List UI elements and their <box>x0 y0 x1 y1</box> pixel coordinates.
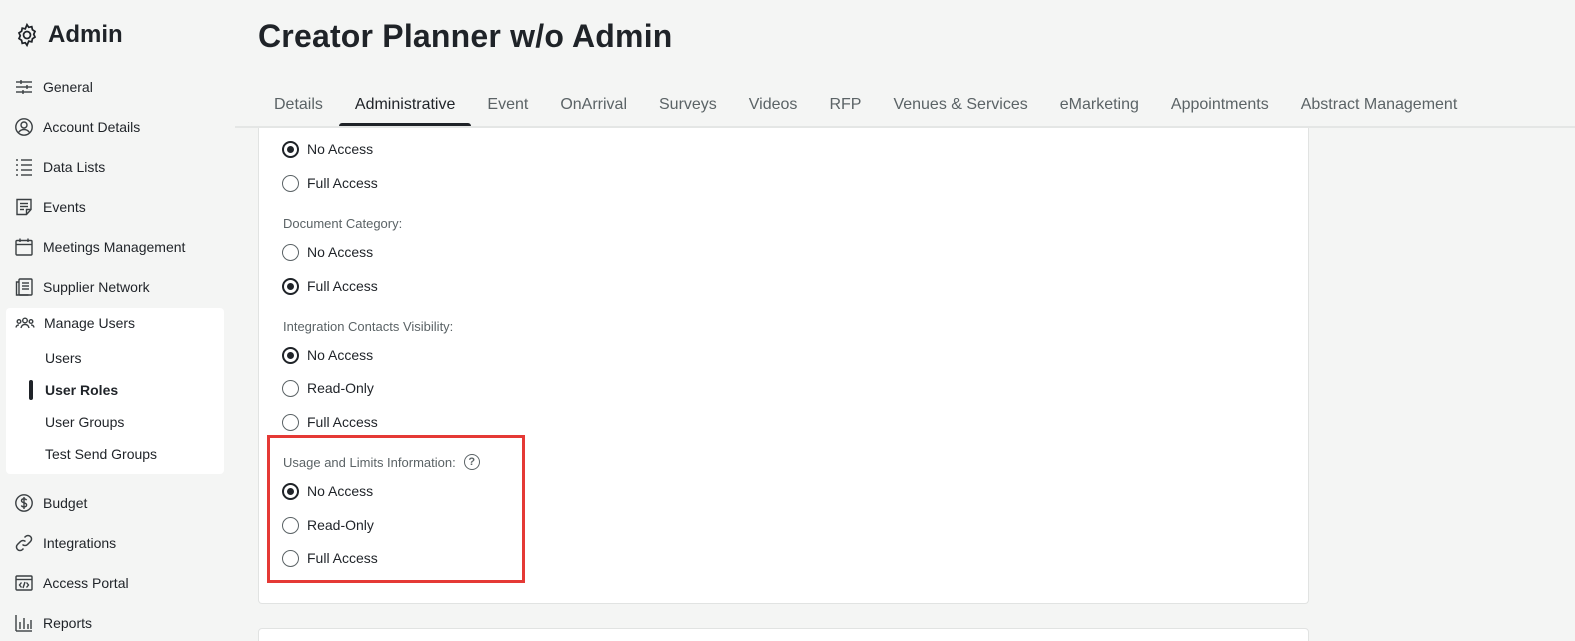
sidebar-subitem-user-groups[interactable]: User Groups <box>45 411 124 433</box>
usage-limits-read-only-radio[interactable]: Read-Only <box>282 514 374 536</box>
sidebar-item-label: Account Details <box>43 119 141 135</box>
list-icon <box>16 159 32 176</box>
radio-label: Read-Only <box>307 380 374 396</box>
tab-rfp[interactable]: RFP <box>813 84 877 126</box>
sidebar-title: Admin <box>48 21 123 48</box>
document-category-full-access-radio[interactable]: Full Access <box>282 275 378 297</box>
active-indicator <box>29 380 33 400</box>
sidebar-item-general[interactable]: General <box>14 75 93 99</box>
radio-checked[interactable] <box>282 277 299 295</box>
sidebar-item-label: Supplier Network <box>43 279 150 295</box>
tab-administrative[interactable]: Administrative <box>338 84 472 127</box>
tab-onarrival[interactable]: OnArrival <box>544 84 643 126</box>
sidebar-item-integrations[interactable]: Integrations <box>14 531 116 555</box>
radio-label: No Access <box>307 244 374 260</box>
document-category-label: Document Category: <box>283 214 402 232</box>
link-icon <box>15 534 33 552</box>
sidebar-item-label: General <box>43 79 93 95</box>
document-category-no-access-radio[interactable]: No Access <box>282 241 373 263</box>
radio-checked[interactable] <box>282 140 299 158</box>
integration-contacts-read-only-radio[interactable]: Read-Only <box>282 377 374 399</box>
integration-contacts-full-access-radio[interactable]: Full Access <box>282 411 378 433</box>
user-circle-icon <box>15 118 33 136</box>
tab-event[interactable]: Event <box>471 84 544 126</box>
radio-label: Read-Only <box>307 517 374 533</box>
page-title: Creator Planner w/o Admin <box>258 18 673 54</box>
sidebar-subitem-user-roles[interactable]: User Roles <box>45 379 118 401</box>
radio-label: Full Access <box>307 278 378 294</box>
usage-limits-label: Usage and Limits Information: ? <box>283 453 480 471</box>
tab-bar: Details Administrative Event OnArrival S… <box>258 84 1474 127</box>
sidebar-item-label: Integrations <box>43 535 117 551</box>
event-note-icon <box>16 198 32 216</box>
radio-unchecked[interactable] <box>282 413 299 431</box>
supplier-doc-icon <box>15 278 33 296</box>
usage-limits-no-access-radio[interactable]: No Access <box>282 480 373 502</box>
tab-abstract-management[interactable]: Abstract Management <box>1285 84 1474 126</box>
radio-checked[interactable] <box>282 482 299 500</box>
tab-videos[interactable]: Videos <box>733 84 814 126</box>
sidebar-item-data-lists[interactable]: Data Lists <box>14 155 105 179</box>
sidebar-subitem-test-send-groups[interactable]: Test Send Groups <box>45 443 157 465</box>
users-group-icon <box>15 317 35 329</box>
help-icon[interactable]: ? <box>463 454 480 470</box>
sidebar: Admin General Account Details Data Lists <box>0 0 232 641</box>
dollar-circle-icon <box>15 494 33 512</box>
tab-appointments[interactable]: Appointments <box>1155 84 1285 126</box>
tab-venues-services[interactable]: Venues & Services <box>877 84 1043 126</box>
permissions-card <box>258 128 1309 604</box>
radio-label: No Access <box>307 483 374 499</box>
sidebar-item-label: Manage Users <box>44 315 136 331</box>
tab-details[interactable]: Details <box>258 84 339 126</box>
sidebar-item-events[interactable]: Events <box>14 195 86 219</box>
sidebar-header: Admin <box>14 18 123 52</box>
radio-label: Full Access <box>307 550 378 566</box>
radio-unchecked[interactable] <box>282 549 299 567</box>
radio-label: Full Access <box>307 175 378 191</box>
radio-label: No Access <box>307 141 374 157</box>
sidebar-item-label: Data Lists <box>43 159 106 175</box>
sidebar-item-access-portal[interactable]: Access Portal <box>14 571 129 595</box>
sidebar-item-budget[interactable]: Budget <box>14 491 87 515</box>
usage-limits-label-text: Usage and Limits Information: <box>283 454 456 470</box>
tab-surveys[interactable]: Surveys <box>643 84 733 126</box>
radio-unchecked[interactable] <box>282 379 299 397</box>
sidebar-item-account-details[interactable]: Account Details <box>14 115 140 139</box>
top-group-no-access-radio[interactable]: No Access <box>282 138 373 160</box>
integration-contacts-no-access-radio[interactable]: No Access <box>282 344 373 366</box>
tab-emarketing[interactable]: eMarketing <box>1044 84 1155 126</box>
sidebar-item-supplier-network[interactable]: Supplier Network <box>14 275 150 299</box>
usage-limits-full-access-radio[interactable]: Full Access <box>282 547 378 569</box>
gear-icon <box>17 22 37 48</box>
sliders-icon <box>16 80 32 94</box>
top-group-full-access-radio[interactable]: Full Access <box>282 172 378 194</box>
code-window-icon <box>15 575 33 591</box>
integration-contacts-label-text: Integration Contacts Visibility: <box>283 318 454 334</box>
integration-contacts-label: Integration Contacts Visibility: <box>283 317 453 335</box>
sidebar-item-label: Events <box>43 199 86 215</box>
radio-checked[interactable] <box>282 346 299 364</box>
sidebar-item-label: Meetings Management <box>43 239 186 255</box>
bar-chart-icon <box>15 615 32 632</box>
sidebar-item-manage-users[interactable]: Manage Users <box>15 311 135 335</box>
sidebar-item-label: Budget <box>43 495 88 511</box>
sidebar-item-label: Access Portal <box>43 575 129 591</box>
document-category-label-text: Document Category: <box>283 215 403 231</box>
radio-label: No Access <box>307 347 374 363</box>
radio-label: Full Access <box>307 414 378 430</box>
sidebar-item-meetings-management[interactable]: Meetings Management <box>14 235 185 259</box>
radio-unchecked[interactable] <box>282 516 299 534</box>
radio-unchecked[interactable] <box>282 174 299 192</box>
radio-unchecked[interactable] <box>282 243 299 261</box>
sidebar-item-reports[interactable]: Reports <box>14 611 92 635</box>
sidebar-subitem-users[interactable]: Users <box>45 347 82 369</box>
sidebar-item-label: Reports <box>43 615 93 631</box>
calendar-icon <box>15 238 33 256</box>
next-section-card <box>258 628 1309 641</box>
